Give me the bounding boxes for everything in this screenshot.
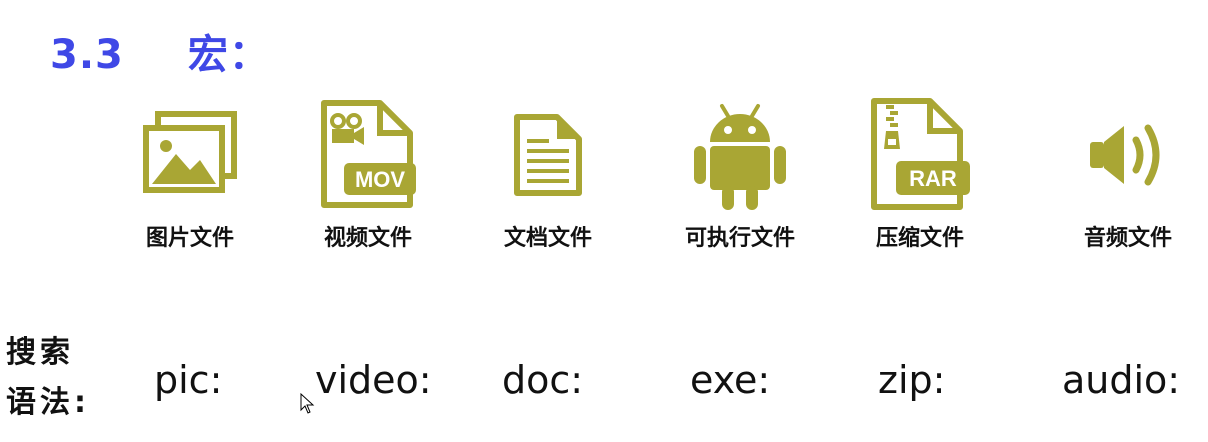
speaker-icon [1090, 124, 1160, 186]
syntax-keyword-exe: exe: [690, 358, 771, 402]
file-type-archive: RAR 压缩文件 [845, 96, 995, 252]
file-type-label: 视频文件 [323, 226, 412, 251]
file-type-document: 文档文件 [473, 96, 623, 252]
section-title: 宏： [187, 32, 270, 78]
syntax-keyword-zip: zip: [878, 358, 946, 402]
video-badge: MOV [355, 167, 405, 192]
syntax-keyword-audio: audio: [1062, 358, 1181, 402]
file-type-label: 文档文件 [503, 226, 592, 251]
image-icon [143, 111, 237, 193]
file-type-executable: 可执行文件 [665, 96, 815, 252]
file-type-label: 音频文件 [1083, 226, 1172, 251]
file-type-audio: 音频文件 [1053, 96, 1203, 252]
file-type-label: 可执行文件 [684, 226, 795, 251]
document-icon [514, 114, 582, 196]
section-heading: 3.3 宏： [50, 22, 270, 80]
move-cursor-icon [300, 392, 315, 414]
search-syntax-label-line1: 搜索 [6, 335, 74, 370]
syntax-keyword-video: video: [315, 358, 432, 402]
file-type-video: MOV 视频文件 [293, 96, 443, 252]
file-type-image: 图片文件 [115, 96, 265, 252]
section-number: 3.3 [50, 32, 124, 78]
android-icon [694, 104, 786, 210]
archive-file-icon: RAR [871, 98, 970, 210]
archive-badge: RAR [909, 166, 957, 191]
search-syntax-label: 搜索 语法: [6, 328, 96, 428]
syntax-keyword-pic: pic: [154, 358, 223, 402]
file-type-label: 压缩文件 [875, 226, 964, 251]
video-file-icon: MOV [321, 100, 416, 208]
search-syntax-label-line2: 语法: [6, 385, 90, 420]
file-type-label: 图片文件 [145, 226, 234, 251]
syntax-keyword-doc: doc: [502, 358, 584, 402]
